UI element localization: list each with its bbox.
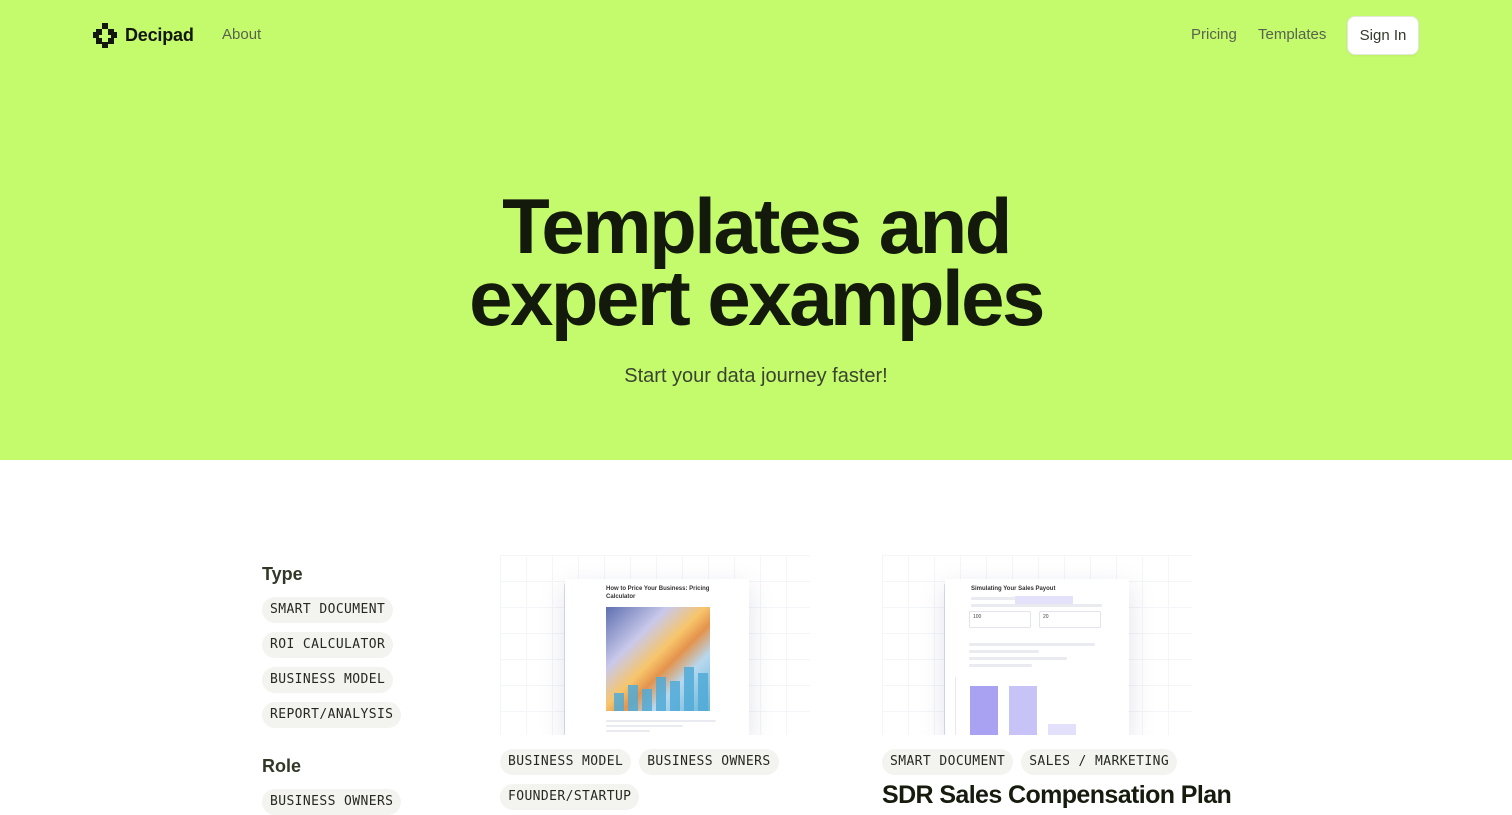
text-line: [969, 650, 1039, 653]
card-tag[interactable]: FOUNDER/STARTUP: [500, 784, 640, 810]
nav-templates-link[interactable]: Templates: [1258, 26, 1326, 43]
chart-bar: [1009, 686, 1037, 735]
filter-pill-report-analysis[interactable]: REPORT/ANALYSIS: [262, 702, 402, 728]
thumbnail-doc-text: [606, 717, 716, 732]
filter-pill-business-model[interactable]: BUSINESS MODEL: [262, 667, 394, 693]
nav-pricing-link[interactable]: Pricing: [1191, 26, 1237, 43]
filter-pill-smart-document[interactable]: SMART DOCUMENT: [262, 597, 394, 623]
filter-heading-role: Role: [262, 756, 302, 776]
brand-name: Decipad: [125, 24, 194, 45]
photo-bar: [642, 689, 652, 711]
thumbnail-doc-title: Simulating Your Sales Payout: [971, 586, 1056, 592]
photo-bar: [670, 681, 680, 711]
highlight-mark: [1015, 596, 1073, 604]
filter-pill-roi-calculator[interactable]: ROI CALCULATOR: [262, 632, 394, 658]
text-line: [971, 604, 1103, 607]
page-subtitle: Start your data journey faster!: [624, 365, 888, 387]
photo-bar: [698, 673, 708, 711]
photo-bar: [656, 677, 666, 711]
page-title-line-2: expert examples: [469, 254, 1045, 342]
card-tags: SMART DOCUMENT SALES / MARKETING: [882, 749, 1192, 775]
text-line: [606, 730, 650, 732]
thumbnail-input: 20: [1039, 611, 1101, 628]
top-nav: Decipad About Pricing Templates Sign In: [0, 0, 1512, 72]
photo-bar: [614, 693, 624, 711]
filter-list-role: BUSINESS OWNERS: [262, 789, 402, 815]
card-tag[interactable]: SALES / MARKETING: [1021, 749, 1178, 775]
thumbnail-document: Simulating Your Sales Payout 100 20: [945, 579, 1129, 735]
hero-section: Decipad About Pricing Templates Sign In …: [0, 0, 1512, 460]
card-tag[interactable]: BUSINESS MODEL: [500, 749, 632, 775]
thumbnail-doc-title: How to Price Your Business: Pricing Calc…: [606, 586, 710, 600]
chart-bar: [1048, 724, 1076, 735]
text-line: [969, 657, 1067, 660]
card-tag[interactable]: BUSINESS OWNERS: [639, 749, 779, 775]
decipad-logo-icon: [93, 23, 117, 48]
text-line: [606, 720, 716, 722]
text-line: [969, 664, 1032, 667]
pricing-chart-photo: [606, 607, 710, 711]
card-title[interactable]: SDR Sales Compensation Plan: [882, 781, 1232, 810]
card-tag[interactable]: SMART DOCUMENT: [882, 749, 1014, 775]
template-card[interactable]: How to Price Your Business: Pricing Calc…: [500, 555, 820, 810]
text-line: [969, 643, 1095, 646]
thumbnail-doc-text: [969, 639, 1109, 667]
filter-list-type: SMART DOCUMENT ROI CALCULATOR BUSINESS M…: [262, 597, 402, 728]
sign-in-button[interactable]: Sign In: [1347, 16, 1419, 55]
filter-pill-business-owners[interactable]: BUSINESS OWNERS: [262, 789, 402, 815]
filter-heading-type: Type: [262, 564, 303, 584]
thumbnail-bar-chart: [955, 677, 1115, 735]
template-thumbnail[interactable]: Simulating Your Sales Payout 100 20: [882, 555, 1192, 735]
nav-about-link[interactable]: About: [222, 26, 261, 43]
thumbnail-document: How to Price Your Business: Pricing Calc…: [565, 579, 749, 735]
thumbnail-input: 100: [969, 611, 1031, 628]
text-line: [606, 725, 683, 727]
photo-bar: [628, 685, 638, 711]
template-thumbnail[interactable]: How to Price Your Business: Pricing Calc…: [500, 555, 810, 735]
template-card[interactable]: Simulating Your Sales Payout 100 20 SMAR…: [882, 555, 1232, 810]
chart-bar: [970, 686, 998, 735]
page-title: Templates and expert examples: [0, 187, 1512, 337]
card-tags: BUSINESS MODEL BUSINESS OWNERS FOUNDER/S…: [500, 749, 810, 810]
photo-bar: [684, 667, 694, 711]
brand-logo[interactable]: Decipad: [92, 22, 194, 48]
